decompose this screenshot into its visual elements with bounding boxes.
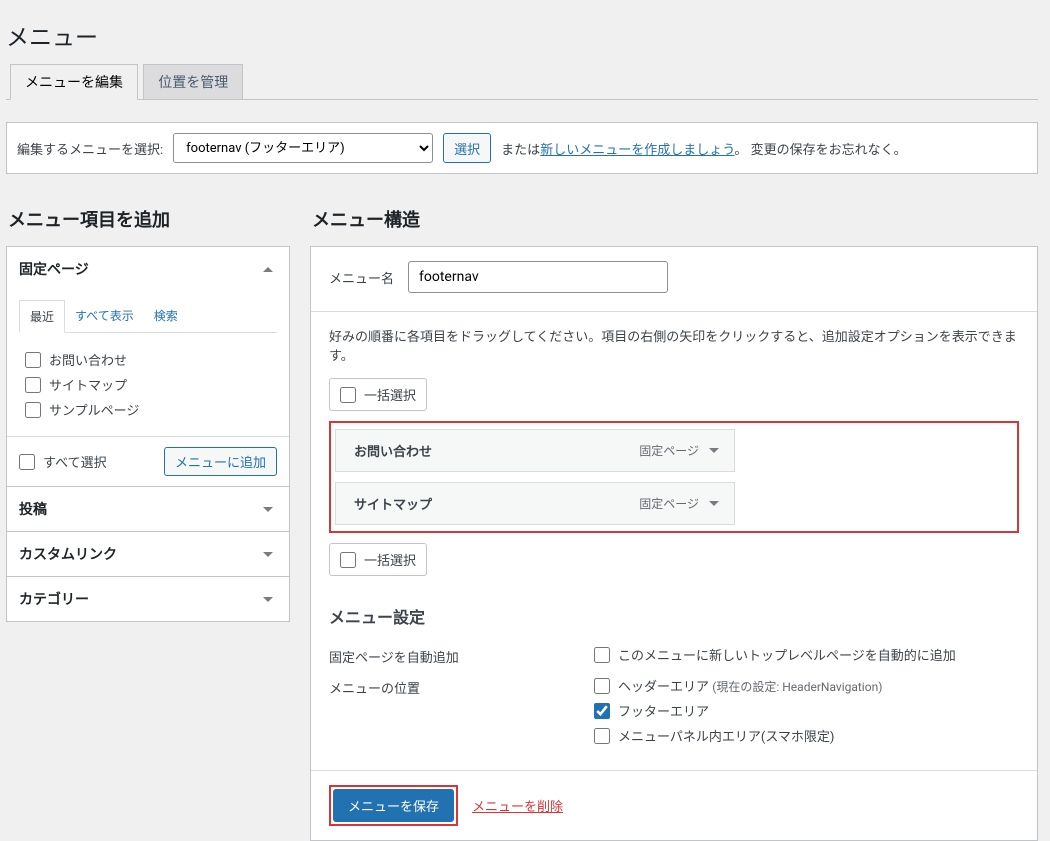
menu-name-label: メニュー名: [329, 268, 394, 287]
page-item-sitemap: サイトマップ: [19, 372, 277, 397]
position-label: メニューの位置: [329, 676, 594, 697]
bulk-select-top-label: 一括選択: [364, 385, 416, 404]
panel-posts: 投稿: [7, 487, 289, 532]
position-header-label: ヘッダーエリア (現在の設定: HeaderNavigation): [618, 676, 882, 695]
page-title: メニュー: [6, 9, 98, 56]
menu-select-dropdown[interactable]: footernav (フッターエリア): [173, 133, 433, 163]
menu-name-row: メニュー名: [311, 247, 1037, 312]
select-all-row: すべて選択: [19, 452, 107, 471]
menu-select-trailer: または新しいメニューを作成しましょう。 変更の保存をお忘れなく。: [501, 139, 907, 158]
panel-custom-link-header[interactable]: カスタムリンク: [7, 532, 289, 576]
panel-fixed-pages-header[interactable]: 固定ページ: [7, 247, 289, 291]
menu-item-contact-type: 固定ページ: [639, 442, 699, 459]
page-item-sample-label: サンプルページ: [49, 400, 139, 419]
position-header-checkbox[interactable]: [594, 678, 610, 694]
menu-select-bar: 編集するメニューを選択: footernav (フッターエリア) 選択 または新…: [6, 122, 1038, 174]
menu-item-sitemap-title: サイトマップ: [354, 494, 432, 513]
page-item-sample: サンプルページ: [19, 397, 277, 422]
menu-structure-heading: メニュー構造: [310, 206, 1038, 232]
select-all-checkbox[interactable]: [19, 454, 35, 470]
panel-category-title: カテゴリー: [19, 589, 89, 609]
tab-search[interactable]: 検索: [144, 300, 188, 333]
position-panel-checkbox[interactable]: [594, 728, 610, 744]
panel-posts-header[interactable]: 投稿: [7, 487, 289, 531]
page-item-contact-checkbox[interactable]: [25, 352, 41, 368]
auto-add-checkbox-label: このメニューに新しいトップレベルページを自動的に追加: [618, 645, 956, 664]
panel-fixed-pages-title: 固定ページ: [19, 259, 89, 279]
save-highlight: メニューを保存: [329, 785, 458, 826]
auto-add-label: 固定ページを自動追加: [329, 645, 594, 666]
menu-item-sitemap[interactable]: サイトマップ 固定ページ: [335, 482, 735, 525]
page-item-contact-label: お問い合わせ: [49, 350, 127, 369]
bulk-select-bottom[interactable]: 一括選択: [329, 543, 427, 576]
page-item-contact: お問い合わせ: [19, 347, 277, 372]
menu-item-contact[interactable]: お問い合わせ 固定ページ: [335, 429, 735, 472]
tab-recent[interactable]: 最近: [19, 300, 65, 333]
tab-manage-locations[interactable]: 位置を管理: [143, 64, 243, 99]
chevron-down-icon: [263, 552, 273, 557]
select-button[interactable]: 選択: [443, 133, 491, 163]
page-item-sitemap-checkbox[interactable]: [25, 377, 41, 393]
tab-view-all[interactable]: すべて表示: [65, 300, 144, 333]
bulk-select-bottom-label: 一括選択: [364, 550, 416, 569]
panel-category: カテゴリー: [7, 577, 289, 621]
position-panel-label: メニューパネル内エリア(スマホ限定): [618, 726, 834, 745]
panel-custom-link-title: カスタムリンク: [19, 544, 117, 564]
menu-items-highlight: お問い合わせ 固定ページ サイトマップ 固定ページ: [329, 421, 1019, 533]
menu-instructions: 好みの順番に各項目をドラッグしてください。項目の右側の矢印をクリックすると、追加…: [311, 312, 1037, 370]
panel-custom-link: カスタムリンク: [7, 532, 289, 577]
chevron-up-icon: [263, 267, 273, 272]
create-menu-link[interactable]: 新しいメニューを作成しましょう: [540, 143, 734, 158]
tab-edit-menus[interactable]: メニューを編集: [10, 64, 138, 100]
bulk-select-top-checkbox[interactable]: [340, 387, 356, 403]
bulk-select-bottom-checkbox[interactable]: [340, 552, 356, 568]
panel-fixed-pages: 固定ページ 最近 すべて表示 検索 お問い合わせ: [7, 247, 289, 487]
menu-item-contact-title: お問い合わせ: [354, 441, 432, 460]
menu-settings: メニュー設定 固定ページを自動追加 このメニューに新しいトップレベルページを自動…: [311, 586, 1037, 770]
menu-name-input[interactable]: [408, 261, 668, 293]
chevron-down-icon: [263, 597, 273, 602]
menu-select-label: 編集するメニューを選択:: [17, 139, 163, 158]
auto-add-checkbox[interactable]: [594, 647, 610, 663]
delete-menu-link[interactable]: メニューを削除: [472, 796, 563, 815]
panel-posts-title: 投稿: [19, 499, 47, 519]
save-menu-button[interactable]: メニューを保存: [333, 789, 454, 822]
select-all-label: すべて選択: [43, 452, 107, 471]
bulk-select-top[interactable]: 一括選択: [329, 378, 427, 411]
add-items-postboxes: 固定ページ 最近 すべて表示 検索 お問い合わせ: [6, 246, 290, 622]
nav-tabs: メニューを編集 位置を管理: [6, 64, 1038, 100]
chevron-down-icon[interactable]: [709, 501, 719, 506]
menu-footer-actions: メニューを保存 メニューを削除: [311, 770, 1037, 840]
chevron-down-icon[interactable]: [709, 448, 719, 453]
page-item-sample-checkbox[interactable]: [25, 402, 41, 418]
add-items-heading: メニュー項目を追加: [6, 206, 290, 232]
fixed-pages-tabs: 最近 すべて表示 検索: [19, 299, 277, 333]
menu-item-sitemap-type: 固定ページ: [639, 495, 699, 512]
add-to-menu-button[interactable]: メニューに追加: [164, 447, 277, 476]
panel-category-header[interactable]: カテゴリー: [7, 577, 289, 621]
position-footer-label: フッターエリア: [618, 701, 709, 720]
position-footer-checkbox[interactable]: [594, 703, 610, 719]
page-item-sitemap-label: サイトマップ: [49, 375, 127, 394]
menu-structure-panel: メニュー名 好みの順番に各項目をドラッグしてください。項目の右側の矢印をクリック…: [310, 246, 1038, 841]
chevron-down-icon: [263, 507, 273, 512]
menu-settings-heading: メニュー設定: [329, 604, 1019, 628]
